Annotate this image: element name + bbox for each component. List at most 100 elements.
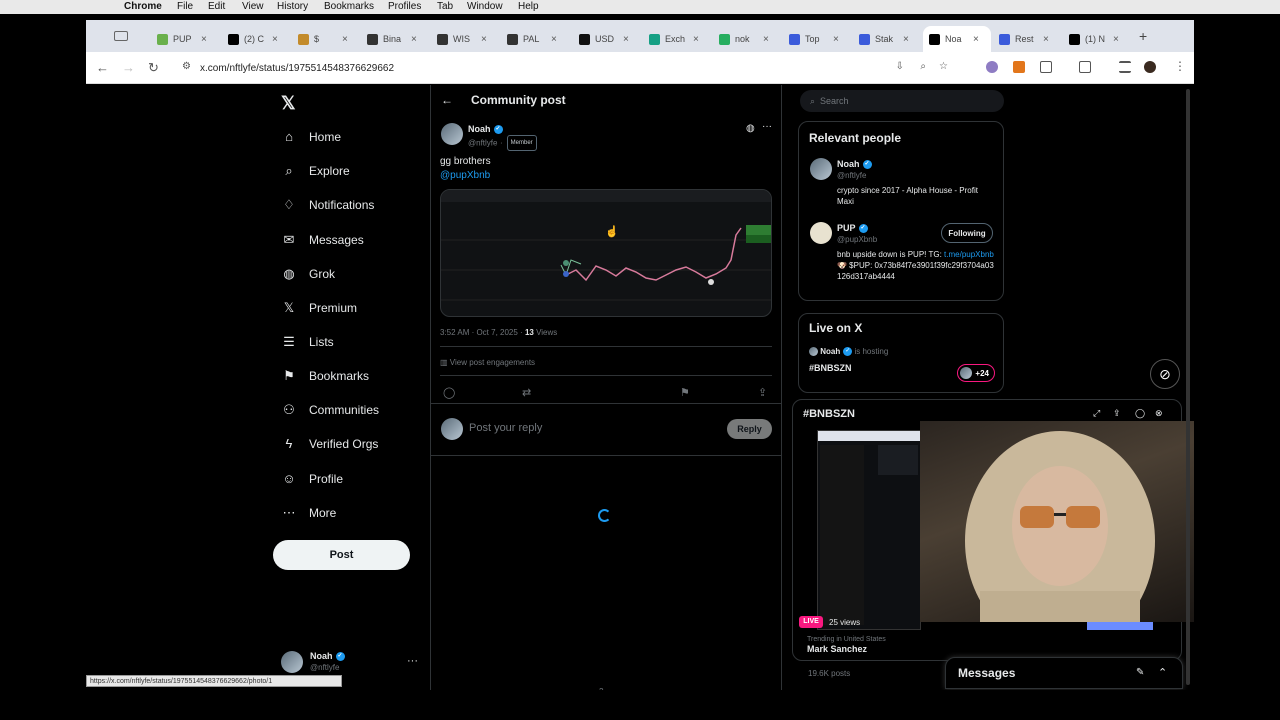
sidebar-item-home[interactable]: ⌂ Home [281, 129, 341, 144]
tab-close-icon[interactable]: × [763, 34, 769, 45]
trend-name[interactable]: Mark Sanchez [807, 644, 867, 654]
expand-up-icon[interactable]: ⌃ [1158, 666, 1167, 679]
tab-close-icon[interactable]: × [411, 34, 417, 45]
menu-bookmarks[interactable]: Bookmarks [324, 1, 374, 12]
tab-close-icon[interactable]: × [481, 34, 487, 45]
menu-tab[interactable]: Tab [437, 1, 453, 12]
post-image[interactable] [440, 189, 772, 317]
sidebar-item-verified-orgs[interactable]: ϟ Verified Orgs [281, 436, 379, 451]
messages-drawer[interactable]: Messages ✎ ⌃ [945, 657, 1183, 689]
tab-11[interactable]: Noa × [923, 26, 991, 52]
page-scrollbar[interactable] [1186, 89, 1190, 685]
menu-app[interactable]: Chrome [124, 1, 162, 12]
tab-8[interactable]: nok × [713, 26, 781, 52]
post-time[interactable]: 3:52 AM · Oct 7, 2025 · [440, 328, 525, 337]
grok-icon[interactable]: ◍ [746, 123, 755, 134]
bookmark-icon[interactable]: ⚑ [680, 386, 690, 399]
reply-button[interactable]: Reply [727, 419, 772, 439]
menu-help[interactable]: Help [518, 1, 539, 12]
menu-profiles[interactable]: Profiles [388, 1, 421, 12]
post-button[interactable]: Post [273, 540, 410, 570]
person-noah[interactable]: Noah ✓ @nftlyfe crypto since 2017 - Alpha… [837, 158, 997, 207]
more-icon[interactable]: ··· [762, 121, 772, 132]
site-info-icon[interactable]: ⚙ [182, 61, 191, 72]
account-switcher[interactable]: Noah ✓ @nftlyfe ··· [281, 651, 418, 673]
sidebar-item-grok[interactable]: ◍ Grok [281, 266, 335, 282]
tab-close-icon[interactable]: × [551, 34, 557, 45]
x-logo[interactable]: 𝕏 [281, 93, 296, 114]
sidebar-item-notifications[interactable]: ♢ Notifications [281, 197, 374, 213]
comment-icon[interactable]: ◯ [1135, 408, 1145, 419]
forward-icon[interactable]: → [122, 60, 135, 75]
tab-4[interactable]: WIS × [431, 26, 499, 52]
reload-icon[interactable]: ↻ [148, 60, 159, 76]
tab-12[interactable]: Rest × [993, 26, 1061, 52]
tab-overview-icon[interactable] [114, 31, 128, 41]
sidebar-item-messages[interactable]: ✉ Messages [281, 232, 364, 248]
menu-view[interactable]: View [242, 1, 264, 12]
tab-close-icon[interactable]: × [1043, 34, 1049, 45]
tab-close-icon[interactable]: × [623, 34, 629, 45]
back-arrow-icon[interactable]: ← [441, 93, 453, 107]
extension-icon[interactable] [986, 61, 998, 73]
tab-close-icon[interactable]: × [342, 34, 348, 45]
sidebar-item-explore[interactable]: ⌕ Explore [281, 163, 349, 179]
person-avatar[interactable] [810, 158, 832, 180]
close-icon[interactable]: ⊗ [1155, 408, 1163, 419]
install-icon[interactable]: ⇩ [896, 61, 904, 72]
tab-close-icon[interactable]: × [272, 34, 278, 45]
search-input[interactable]: ⌕ Search [800, 90, 1004, 112]
author-handle[interactable]: @nftlyfe [468, 138, 497, 147]
bookmark-star-icon[interactable]: ☆ [939, 61, 948, 72]
metamask-icon[interactable] [1013, 61, 1025, 73]
menu-window[interactable]: Window [467, 1, 503, 12]
sidebar-item-premium[interactable]: 𝕏 Premium [281, 300, 357, 316]
tab-5[interactable]: PAL × [501, 26, 569, 52]
reply-input[interactable]: Post your reply [469, 422, 542, 434]
tab-close-icon[interactable]: × [973, 34, 979, 45]
tab-0[interactable]: PUP × [151, 26, 219, 52]
tab-close-icon[interactable]: × [903, 34, 909, 45]
extensions-puzzle-icon[interactable] [1040, 61, 1052, 73]
tab-3[interactable]: Bina × [361, 26, 429, 52]
sidebar-item-more[interactable]: ⋯ More [281, 505, 337, 521]
profile-avatar[interactable] [1144, 61, 1156, 73]
tab-13[interactable]: (1) N × [1063, 26, 1131, 52]
bio-link[interactable]: t.me/pupXbnb [944, 250, 994, 259]
tab-close-icon[interactable]: × [1113, 34, 1119, 45]
back-icon[interactable]: ← [96, 60, 109, 75]
share-icon[interactable]: ⇪ [1113, 408, 1121, 419]
repost-icon[interactable]: ⇄ [522, 386, 531, 399]
tab-2[interactable]: $ × [292, 26, 360, 52]
grok-float-icon[interactable]: ⊘ [1150, 359, 1180, 389]
menu-history[interactable]: History [277, 1, 308, 12]
zoom-icon[interactable]: ⌕ [920, 61, 926, 72]
expand-icon[interactable]: ⤢ [1093, 408, 1100, 419]
media-icon[interactable] [1119, 61, 1131, 73]
pup-avatar[interactable] [810, 222, 832, 244]
tab-9[interactable]: Top × [783, 26, 851, 52]
sidebar-item-communities[interactable]: ⚇ Communities [281, 402, 379, 418]
menu-file[interactable]: File [177, 1, 193, 12]
tab-6[interactable]: USD × [573, 26, 641, 52]
side-panel-icon[interactable] [1079, 61, 1091, 73]
tab-close-icon[interactable]: × [693, 34, 699, 45]
post-mention[interactable]: @pupXbnb [440, 170, 490, 181]
address-bar[interactable]: ⚙ x.com/nftlyfe/status/19755145483766296… [178, 56, 968, 80]
share-icon[interactable]: ⇪ [758, 386, 767, 399]
following-button[interactable]: Following [941, 223, 993, 243]
author-name[interactable]: Noah [468, 124, 491, 134]
tab-close-icon[interactable]: × [833, 34, 839, 45]
new-message-icon[interactable]: ✎ [1136, 667, 1144, 678]
tab-close-icon[interactable]: × [201, 34, 207, 45]
new-tab-icon[interactable]: + [1139, 28, 1147, 44]
post-engagements[interactable]: ▥ View post engagements [440, 358, 535, 367]
chrome-menu-icon[interactable]: ⋮ [1174, 59, 1186, 73]
sidebar-item-bookmarks[interactable]: ⚑ Bookmarks [281, 368, 369, 384]
menu-edit[interactable]: Edit [208, 1, 225, 12]
live-listeners[interactable]: +24 [957, 364, 995, 382]
tab-7[interactable]: Exch × [643, 26, 711, 52]
reply-icon[interactable]: ◯ [443, 386, 455, 399]
sidebar-item-profile[interactable]: ☺ Profile [281, 471, 343, 486]
post-avatar[interactable] [441, 123, 463, 145]
